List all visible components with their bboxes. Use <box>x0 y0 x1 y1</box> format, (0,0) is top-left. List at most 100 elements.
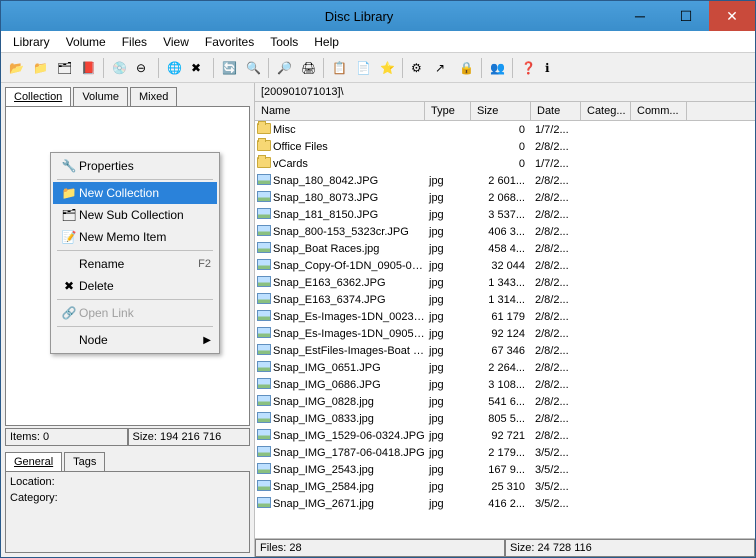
location-label: Location: <box>10 476 245 488</box>
image-icon <box>257 361 271 372</box>
menu-files[interactable]: Files <box>114 33 155 51</box>
file-row[interactable]: Snap_E163_6362.JPGjpg1 343...2/8/2... <box>255 274 755 291</box>
file-row[interactable]: vCards01/7/2... <box>255 155 755 172</box>
toolbar-export-button[interactable]: ↗ <box>431 57 453 79</box>
gear-icon: ⚙ <box>411 61 425 75</box>
menu-tools[interactable]: Tools <box>262 33 306 51</box>
image-icon <box>257 276 271 287</box>
toolbar-globe-button[interactable]: 🌐 <box>163 57 185 79</box>
column-header-date[interactable]: Date <box>531 102 581 120</box>
file-row[interactable]: Snap_181_8150.JPGjpg3 537...2/8/2... <box>255 206 755 223</box>
toolbar-help-button[interactable]: ❓ <box>517 57 539 79</box>
ctx-delete[interactable]: ✖Delete <box>53 275 217 297</box>
file-size: 406 3... <box>471 226 531 238</box>
file-date: 1/7/2... <box>531 158 581 170</box>
toolbar-delete-button[interactable]: ✖ <box>187 57 209 79</box>
column-header-type[interactable]: Type <box>425 102 471 120</box>
toolbar-print-button[interactable]: 🖨 <box>297 57 319 79</box>
toolbar-copy-button[interactable]: 📋 <box>328 57 350 79</box>
tab-mixed[interactable]: Mixed <box>130 87 177 106</box>
ctx-new-collection[interactable]: 📁New Collection <box>53 182 217 204</box>
file-size: 2 601... <box>471 175 531 187</box>
file-row[interactable]: Snap_IMG_1787-06-0418.JPGjpg2 179...3/5/… <box>255 444 755 461</box>
maximize-button[interactable]: ☐ <box>663 1 709 31</box>
file-row[interactable]: Snap_Es-Images-1DN_0905-...jpg92 1242/8/… <box>255 325 755 342</box>
menu-help[interactable]: Help <box>306 33 347 51</box>
file-row[interactable]: Snap_IMG_2543.jpgjpg167 9...3/5/2... <box>255 461 755 478</box>
breadcrumb[interactable]: [200901071013]\ <box>255 83 755 102</box>
image-icon <box>257 327 271 338</box>
toolbar-gear-button[interactable]: ⚙ <box>407 57 429 79</box>
file-name: Snap_IMG_0686.JPG <box>273 379 425 391</box>
column-header-size[interactable]: Size <box>471 102 531 120</box>
menu-favorites[interactable]: Favorites <box>197 33 262 51</box>
file-row[interactable]: Snap_IMG_0833.jpgjpg805 5...2/8/2... <box>255 410 755 427</box>
file-row[interactable]: Snap_IMG_0686.JPGjpg3 108...2/8/2... <box>255 376 755 393</box>
disc-add-icon: 💿 <box>112 61 126 75</box>
ctx-properties[interactable]: 🔧Properties <box>53 155 217 177</box>
right-stats: Files: 28 Size: 24 728 116 <box>255 538 755 557</box>
memo-icon: 📝 <box>59 230 79 244</box>
file-row[interactable]: Snap_180_8073.JPGjpg2 068...2/8/2... <box>255 189 755 206</box>
close-button[interactable]: ✕ <box>709 1 755 31</box>
toolbar-refresh-button[interactable]: 🔄 <box>218 57 240 79</box>
file-row[interactable]: Snap_E163_6374.JPGjpg1 314...2/8/2... <box>255 291 755 308</box>
file-type: jpg <box>425 192 471 204</box>
toolbar-users-button[interactable]: 👥 <box>486 57 508 79</box>
tab-volume[interactable]: Volume <box>73 87 128 106</box>
file-row[interactable]: Snap_Boat Races.jpgjpg458 4...2/8/2... <box>255 240 755 257</box>
list-header: NameTypeSizeDateCateg...Comm... <box>255 102 755 121</box>
file-type: jpg <box>425 243 471 255</box>
file-date: 2/8/2... <box>531 243 581 255</box>
menu-library[interactable]: Library <box>5 33 58 51</box>
toolbar-star-button[interactable]: ⭐ <box>376 57 398 79</box>
image-icon <box>257 429 271 440</box>
column-header-comm[interactable]: Comm... <box>631 102 687 120</box>
column-header-categ[interactable]: Categ... <box>581 102 631 120</box>
toolbar-book-button[interactable]: 📕 <box>77 57 99 79</box>
file-row[interactable]: Snap_IMG_2671.jpgjpg416 2...3/5/2... <box>255 495 755 512</box>
context-menu[interactable]: 🔧Properties 📁New Collection🗂New Sub Colle… <box>50 152 220 354</box>
toolbar-paste-button[interactable]: 📄 <box>352 57 374 79</box>
menu-volume[interactable]: Volume <box>58 33 114 51</box>
file-row[interactable]: Snap_800-153_5323cr.JPGjpg406 3...2/8/2.… <box>255 223 755 240</box>
menu-view[interactable]: View <box>155 33 197 51</box>
toolbar-folder-open-button[interactable]: 📂 <box>5 57 27 79</box>
toolbar-folder-new-button[interactable]: 📁 <box>29 57 51 79</box>
file-date: 2/8/2... <box>531 396 581 408</box>
file-list[interactable]: Misc01/7/2...Office Files02/8/2...vCards… <box>255 121 755 538</box>
file-row[interactable]: Misc01/7/2... <box>255 121 755 138</box>
file-row[interactable]: Snap_IMG_1529-06-0324.JPGjpg92 7212/8/2.… <box>255 427 755 444</box>
ctx-rename[interactable]: RenameF2 <box>53 253 217 275</box>
toolbar-disc-remove-button[interactable]: ⊖ <box>132 57 154 79</box>
tab-general[interactable]: General <box>5 452 62 471</box>
toolbar-about-button[interactable]: ℹ <box>541 57 563 79</box>
file-name: Snap_IMG_1787-06-0418.JPG <box>273 447 425 459</box>
tab-tags[interactable]: Tags <box>64 452 105 471</box>
file-row[interactable]: Snap_IMG_2584.jpgjpg25 3103/5/2... <box>255 478 755 495</box>
toolbar-lock-button[interactable]: 🔒 <box>455 57 477 79</box>
toolbar-folder-sub-button[interactable]: 🗂 <box>53 57 75 79</box>
file-name: Snap_E163_6374.JPG <box>273 294 425 306</box>
ctx-node[interactable]: Node▶ <box>53 329 217 351</box>
file-row[interactable]: Snap_IMG_0651.JPGjpg2 264...2/8/2... <box>255 359 755 376</box>
ctx-new-sub-collection[interactable]: 🗂New Sub Collection <box>53 204 217 226</box>
file-row[interactable]: Snap_180_8042.JPGjpg2 601...2/8/2... <box>255 172 755 189</box>
size-stat: Size: 194 216 716 <box>128 428 251 446</box>
files-size-stat: Size: 24 728 116 <box>505 539 755 557</box>
toolbar-search2-button[interactable]: 🔎 <box>273 57 295 79</box>
file-date: 2/8/2... <box>531 362 581 374</box>
file-row[interactable]: Snap_EstFiles-Images-Boat R...jpg67 3462… <box>255 342 755 359</box>
ctx-new-memo-item[interactable]: 📝New Memo Item <box>53 226 217 248</box>
file-row[interactable]: Snap_Copy-Of-1DN_0905-06...jpg32 0442/8/… <box>255 257 755 274</box>
column-header-name[interactable]: Name <box>255 102 425 120</box>
file-row[interactable]: Snap_Es-Images-1DN_0023-...jpg61 1792/8/… <box>255 308 755 325</box>
toolbar-search-button[interactable]: 🔍 <box>242 57 264 79</box>
file-row[interactable]: Office Files02/8/2... <box>255 138 755 155</box>
minimize-button[interactable]: ─ <box>617 1 663 31</box>
file-type: jpg <box>425 481 471 493</box>
tab-collection[interactable]: Collection <box>5 87 71 106</box>
toolbar-disc-add-button[interactable]: 💿 <box>108 57 130 79</box>
folder-icon <box>257 123 271 134</box>
file-row[interactable]: Snap_IMG_0828.jpgjpg541 6...2/8/2... <box>255 393 755 410</box>
